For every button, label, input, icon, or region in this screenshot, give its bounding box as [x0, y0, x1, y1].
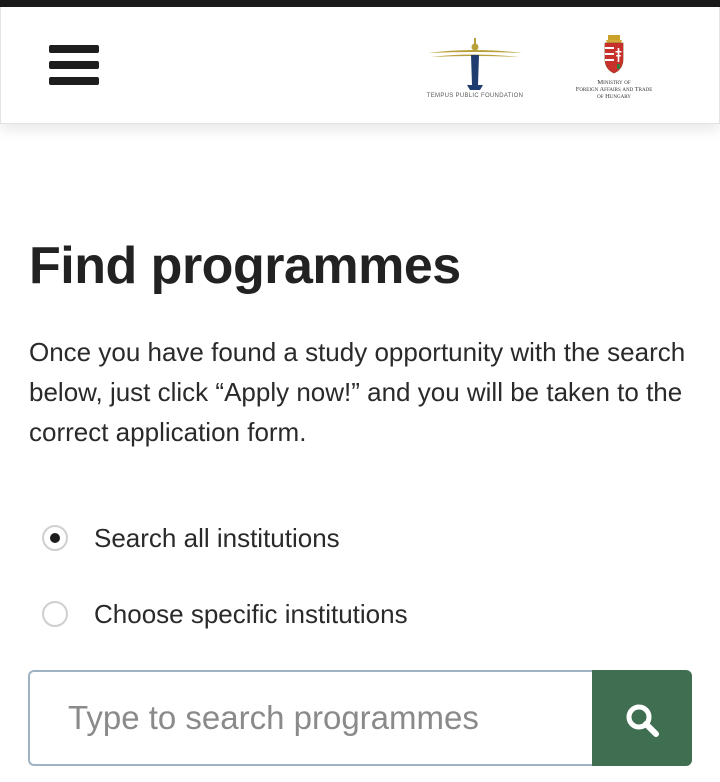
- hungarian-coat-of-arms-icon: [604, 35, 624, 74]
- ministry-caption-line: Foreign Affairs and Trade: [575, 86, 653, 93]
- menu-bar: [49, 77, 99, 85]
- ministry-caption-line: Ministry of: [597, 79, 631, 86]
- ministry-caption-line: of Hungary: [597, 93, 631, 100]
- intro-text: Once you have found a study opportunity …: [29, 337, 686, 447]
- radio-label: Search all institutions: [94, 522, 340, 553]
- radio-search-all-institutions[interactable]: Search all institutions: [42, 520, 340, 556]
- radio-choose-specific-institutions[interactable]: Choose specific institutions: [42, 596, 408, 632]
- page-title: Find programmes: [29, 237, 461, 295]
- tempus-public-foundation-logo[interactable]: TEMPUS PUBLIC FOUNDATION: [423, 35, 527, 105]
- menu-bar: [49, 61, 99, 69]
- hamburger-menu-icon[interactable]: [47, 41, 101, 89]
- search-field: [28, 670, 592, 766]
- ministry-logo[interactable]: Ministry of Foreign Affairs and Trade of…: [559, 33, 669, 111]
- site-header: TEMPUS PUBLIC FOUNDATION Ministry of For…: [0, 7, 720, 124]
- menu-bar: [49, 45, 99, 53]
- tempus-emblem-icon: [428, 38, 522, 90]
- radio-button-unchecked[interactable]: [42, 601, 68, 627]
- tempus-caption: TEMPUS PUBLIC FOUNDATION: [426, 93, 524, 99]
- search-button[interactable]: [592, 670, 692, 766]
- search-icon: [626, 704, 659, 737]
- ministry-caption: Ministry of Foreign Affairs and Trade of…: [559, 79, 669, 100]
- radio-label: Choose specific institutions: [94, 598, 408, 629]
- radio-button-checked[interactable]: [42, 525, 68, 551]
- search-input[interactable]: [30, 672, 592, 764]
- top-strip: [0, 0, 720, 7]
